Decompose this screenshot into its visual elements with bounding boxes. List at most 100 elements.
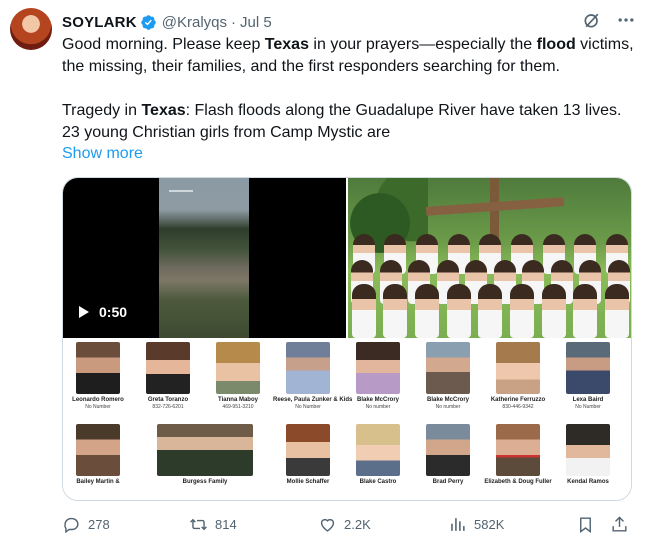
- video-frame: [159, 178, 249, 338]
- person-name: Kendal Ramos: [567, 479, 609, 485]
- missing-person-card: Blake McCrory No number: [343, 342, 413, 411]
- people-row: [348, 284, 631, 338]
- views-count: 582K: [474, 516, 505, 532]
- person-photo: [76, 424, 120, 476]
- avatar[interactable]: [10, 8, 52, 50]
- show-more-link[interactable]: Show more: [62, 143, 143, 165]
- person-photo: [157, 424, 253, 476]
- separator-dot: ·: [231, 13, 236, 31]
- missing-person-card: Reese, Paula Zunker & Kids No Number: [273, 342, 353, 411]
- tweet-top-actions: [581, 9, 637, 31]
- person-name: Elizabeth & Doug Fuller: [484, 479, 552, 485]
- missing-person-card: Blake McCrory No number: [413, 342, 483, 411]
- person-phone: No Number: [575, 404, 601, 410]
- views-button[interactable]: 582K: [448, 515, 504, 534]
- missing-person-card: Blake Castro: [343, 424, 413, 486]
- tweet-text: Good morning. Please keep Texas in your …: [62, 34, 640, 144]
- person-phone: No Number: [295, 404, 321, 410]
- person-photo: [566, 424, 610, 476]
- person-shape: [351, 284, 376, 338]
- retweet-icon: [190, 518, 207, 530]
- video-duration: 0:50: [99, 304, 128, 320]
- person-name: Greta Toranzo: [147, 397, 189, 403]
- author-handle[interactable]: @Kralyqs: [162, 14, 227, 31]
- missing-person-card: Greta Toranzo 832-726-6201: [133, 342, 203, 411]
- person-name: Tianna Maboy: [218, 397, 258, 403]
- missing-person-card: Bailey Martin &: [63, 424, 133, 486]
- reply-count: 278: [88, 516, 110, 532]
- missing-person-card: Tianna Maboy 469-951-3210: [203, 342, 273, 411]
- missing-person-card: Mollie Schaffer: [273, 424, 343, 486]
- person-photo: [496, 424, 540, 476]
- analytics-icon: [451, 517, 465, 531]
- person-phone: No Number: [85, 404, 111, 410]
- person-shape: [573, 284, 598, 338]
- person-shape: [541, 284, 566, 338]
- text-span: in your prayers—especially the: [308, 36, 537, 53]
- person-shape: [605, 284, 630, 338]
- text-bold: Texas: [141, 102, 186, 119]
- grok-icon[interactable]: [581, 9, 603, 31]
- video-player[interactable]: 0:50: [63, 178, 346, 338]
- missing-person-card: Brad Perry: [413, 424, 483, 486]
- missing-person-card: Lexa Baird No Number: [553, 342, 623, 411]
- tweet-header: SOYLARK @Kralyqs · Jul 5: [62, 12, 272, 32]
- group-photo[interactable]: [348, 178, 631, 338]
- text-span: Tragedy in: [62, 102, 142, 119]
- person-photo: [76, 342, 120, 394]
- reply-icon: [64, 517, 79, 533]
- bookmark-icon: [580, 516, 591, 533]
- person-shape: [510, 284, 535, 338]
- more-options-icon[interactable]: [615, 9, 637, 31]
- person-photo: [356, 342, 400, 394]
- text-bold: flood: [536, 36, 576, 53]
- media-container: 0:50 Leonardo Romero No Number Greta Tora…: [62, 177, 632, 501]
- person-name: Leonardo Romero: [72, 397, 124, 403]
- retweet-button[interactable]: 814: [189, 515, 237, 534]
- person-shape: [415, 284, 440, 338]
- share-icon: [612, 515, 627, 532]
- person-name: Blake McCrory: [426, 397, 470, 403]
- person-phone: No number: [365, 404, 391, 410]
- person-photo: [426, 424, 470, 476]
- person-photo: [146, 342, 190, 394]
- missing-person-card: Elizabeth & Doug Fuller: [483, 424, 553, 486]
- person-shape: [446, 284, 471, 338]
- like-button[interactable]: 2.2K: [318, 515, 371, 534]
- text-span: Good morning. Please keep: [62, 36, 265, 53]
- share-button[interactable]: [610, 515, 629, 534]
- like-count: 2.2K: [344, 516, 371, 532]
- person-photo: [566, 342, 610, 394]
- person-phone: No number: [435, 404, 461, 410]
- person-photo: [286, 342, 330, 394]
- person-phone: 830-446-9342: [502, 404, 534, 410]
- missing-persons-image[interactable]: Leonardo Romero No Number Greta Toranzo 83…: [63, 338, 631, 500]
- person-name: Blake Castro: [359, 479, 397, 485]
- missing-person-card: Burgess Family: [155, 424, 255, 486]
- person-photo: [356, 424, 400, 476]
- person-phone: 469-951-3210: [222, 404, 254, 410]
- person-photo: [286, 424, 330, 476]
- tweet-paragraph-2: Tragedy in Texas: Flash floods along the…: [62, 100, 640, 144]
- person-shape: [383, 284, 408, 338]
- heart-icon: [320, 518, 335, 532]
- missing-person-card: Kendal Ramos: [553, 424, 623, 486]
- person-name: Lexa Baird: [572, 397, 604, 403]
- person-name: Mollie Schaffer: [286, 479, 330, 485]
- person-name: Brad Perry: [432, 479, 464, 485]
- person-name: Reese, Paula Zunker & Kids: [273, 397, 353, 403]
- display-name[interactable]: SOYLARK: [62, 14, 137, 31]
- missing-person-card: Katherine Ferruzzo 830-446-9342: [483, 342, 553, 411]
- person-photo: [426, 342, 470, 394]
- person-name: Bailey Martin &: [76, 479, 120, 485]
- person-photo: [496, 342, 540, 394]
- retweet-count: 814: [215, 516, 237, 532]
- tweet-date[interactable]: Jul 5: [240, 14, 272, 31]
- person-name: Burgess Family: [182, 479, 228, 485]
- reply-button[interactable]: 278: [62, 515, 110, 534]
- verified-badge-icon[interactable]: [140, 14, 157, 31]
- bookmark-button[interactable]: [576, 515, 595, 534]
- tweet-actions: 278 814 2.2K 582K: [62, 512, 632, 536]
- play-icon[interactable]: [79, 306, 89, 318]
- person-name: Blake McCrory: [356, 397, 400, 403]
